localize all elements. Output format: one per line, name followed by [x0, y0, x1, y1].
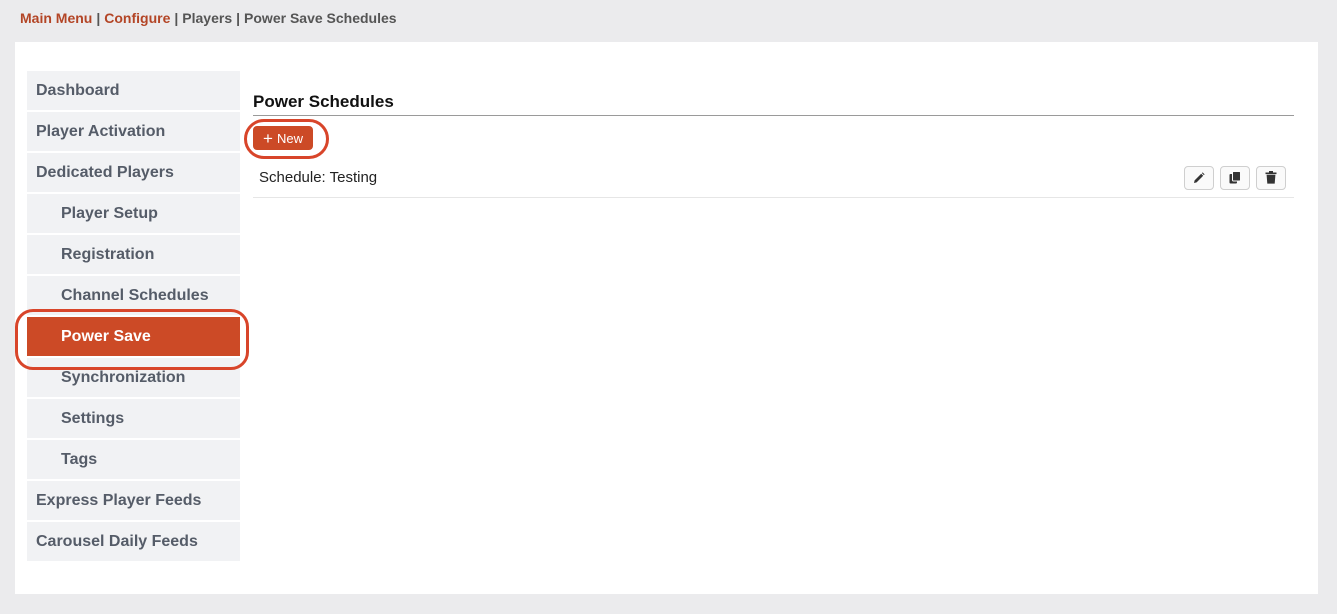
sidebar-item-label: Settings	[61, 409, 125, 427]
content-area: Power Schedules + New Schedule: Testing	[253, 92, 1294, 198]
sidebar-item-label: Power Save	[61, 327, 151, 345]
sidebar-item-registration[interactable]: Registration	[27, 235, 240, 274]
sidebar-item-label: Carousel Daily Feeds	[36, 532, 198, 550]
schedule-name: Schedule: Testing	[259, 169, 378, 186]
breadcrumb-current: Power Save Schedules	[244, 10, 397, 26]
sidebar: Dashboard Player Activation Dedicated Pl…	[27, 71, 240, 563]
sidebar-item-label: Dedicated Players	[36, 163, 174, 181]
new-schedule-button[interactable]: + New	[253, 126, 313, 150]
copy-button[interactable]	[1220, 165, 1250, 190]
sidebar-item-label: Tags	[61, 450, 98, 468]
page-title: Power Schedules	[253, 92, 1294, 116]
sidebar-item-dedicated-players[interactable]: Dedicated Players	[27, 153, 240, 192]
pencil-icon	[1194, 171, 1205, 183]
breadcrumb-separator: |	[96, 10, 101, 26]
breadcrumb-configure[interactable]: Configure	[104, 10, 170, 26]
breadcrumb-separator: |	[236, 10, 241, 26]
sidebar-item-label: Registration	[61, 245, 155, 263]
breadcrumb: Main Menu | Configure | Players | Power Save S…	[20, 10, 397, 26]
sidebar-item-label: Synchronization	[61, 368, 186, 386]
sidebar-item-label: Dashboard	[36, 81, 120, 99]
trash-icon	[1265, 171, 1277, 184]
breadcrumb-players: Players	[182, 10, 233, 26]
sidebar-item-settings[interactable]: Settings	[27, 399, 240, 438]
sidebar-item-express-player-feeds[interactable]: Express Player Feeds	[27, 481, 240, 520]
plus-icon: +	[263, 128, 273, 148]
sidebar-item-dashboard[interactable]: Dashboard	[27, 71, 240, 110]
sidebar-item-tags[interactable]: Tags	[27, 440, 240, 479]
new-button-label: New	[276, 130, 303, 146]
delete-button[interactable]	[1256, 165, 1286, 190]
sidebar-item-channel-schedules[interactable]: Channel Schedules	[27, 276, 240, 315]
table-row: Schedule: Testing	[253, 158, 1294, 198]
sidebar-item-player-activation[interactable]: Player Activation	[27, 112, 240, 151]
sidebar-item-label: Express Player Feeds	[36, 491, 202, 509]
sidebar-item-power-save[interactable]: Power Save	[27, 317, 240, 356]
sidebar-item-label: Channel Schedules	[61, 286, 209, 304]
edit-button[interactable]	[1184, 165, 1214, 190]
sidebar-item-carousel-daily-feeds[interactable]: Carousel Daily Feeds	[27, 522, 240, 561]
sidebar-item-player-setup[interactable]: Player Setup	[27, 194, 240, 233]
main-panel: Dashboard Player Activation Dedicated Pl…	[15, 42, 1318, 594]
copy-icon	[1229, 171, 1241, 184]
sidebar-item-synchronization[interactable]: Synchronization	[27, 358, 240, 397]
breadcrumb-main-menu[interactable]: Main Menu	[20, 10, 92, 26]
row-actions	[1184, 165, 1294, 190]
sidebar-item-label: Player Activation	[36, 122, 166, 140]
sidebar-item-label: Player Setup	[61, 204, 158, 222]
breadcrumb-separator: |	[174, 10, 179, 26]
